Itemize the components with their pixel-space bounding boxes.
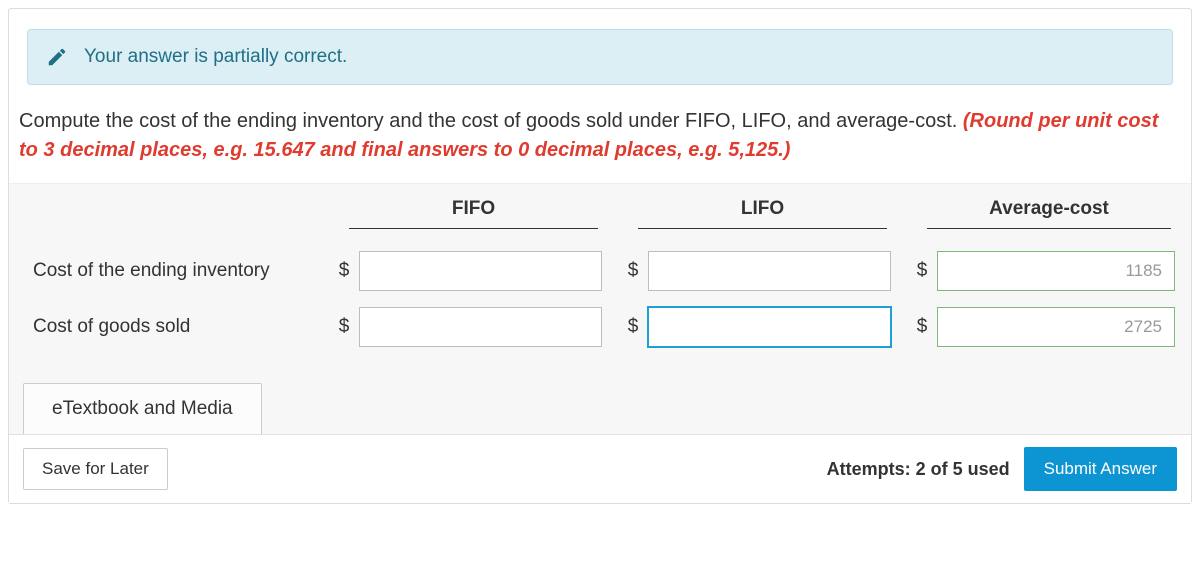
col-underline [349,228,598,229]
currency-symbol: $ [337,316,351,338]
value-ending-avg: 1185 [937,251,1175,291]
currency-symbol: $ [915,260,929,282]
col-underline [638,228,887,229]
cell-ending-fifo: $ [329,243,618,299]
col-header-lifo: LIFO [618,184,907,243]
pencil-icon [46,46,68,68]
cell-ending-lifo: $ [618,243,907,299]
input-cogs-fifo[interactable] [359,307,602,347]
cell-ending-avg: $ 1185 [907,243,1191,299]
question-text: Compute the cost of the ending inventory… [9,107,1191,183]
feedback-alert: Your answer is partially correct. [27,29,1173,85]
header-spacer [9,200,329,228]
feedback-text: Your answer is partially correct. [84,46,347,68]
input-cogs-lifo[interactable] [648,307,891,347]
submit-answer-button[interactable]: Submit Answer [1024,447,1177,491]
cell-cogs-fifo: $ [329,299,618,355]
value-cogs-avg: 2725 [937,307,1175,347]
footer-bar: Save for Later Attempts: 2 of 5 used Sub… [9,434,1191,503]
cell-cogs-avg: $ 2725 [907,299,1191,355]
footer-right: Attempts: 2 of 5 used Submit Answer [827,447,1177,491]
currency-symbol: $ [337,260,351,282]
answer-area: FIFO LIFO Average-cost Cost of the endin… [9,183,1191,434]
currency-symbol: $ [626,260,640,282]
question-card: Your answer is partially correct. Comput… [8,8,1192,504]
col-header-fifo-label: FIFO [452,198,495,219]
currency-symbol: $ [915,316,929,338]
input-ending-lifo[interactable] [648,251,891,291]
col-header-avg-label: Average-cost [989,198,1109,219]
row-label-cogs: Cost of goods sold [9,302,329,352]
row-label-ending: Cost of the ending inventory [9,246,329,296]
col-underline [927,228,1171,229]
attempts-text: Attempts: 2 of 5 used [827,459,1010,480]
cell-cogs-lifo: $ [618,299,907,355]
input-ending-fifo[interactable] [359,251,602,291]
currency-symbol: $ [626,316,640,338]
col-header-avg: Average-cost [907,184,1191,243]
col-header-fifo: FIFO [329,184,618,243]
etextbook-button[interactable]: eTextbook and Media [23,383,262,434]
resources-row: eTextbook and Media [9,355,1191,434]
answer-grid: FIFO LIFO Average-cost Cost of the endin… [9,184,1191,355]
save-for-later-button[interactable]: Save for Later [23,448,168,490]
question-main: Compute the cost of the ending inventory… [19,110,963,132]
col-header-lifo-label: LIFO [741,198,784,219]
